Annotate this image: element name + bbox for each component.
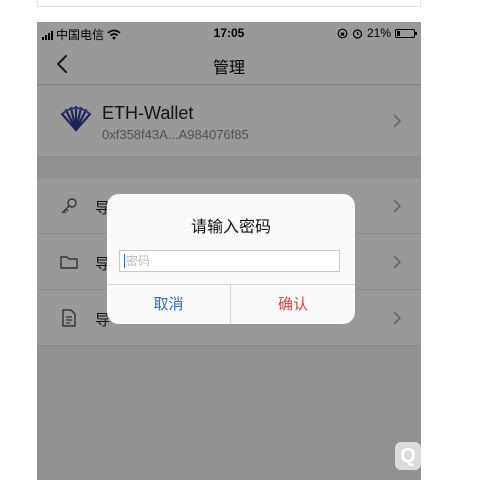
dialog-title: 请输入密码: [190, 219, 271, 236]
password-dialog: 请输入密码 取消 确认: [107, 194, 355, 324]
top-strip: [37, 0, 421, 7]
text-caret: [124, 254, 125, 268]
password-input[interactable]: [119, 250, 340, 272]
cancel-button[interactable]: 取消: [107, 285, 230, 324]
phone-screen: 中国电信 17:05 21% 管理 ETH-Wallet 0xf358f43A.…: [37, 22, 421, 480]
confirm-button[interactable]: 确认: [231, 285, 355, 324]
watermark-logo: Q: [395, 442, 421, 470]
